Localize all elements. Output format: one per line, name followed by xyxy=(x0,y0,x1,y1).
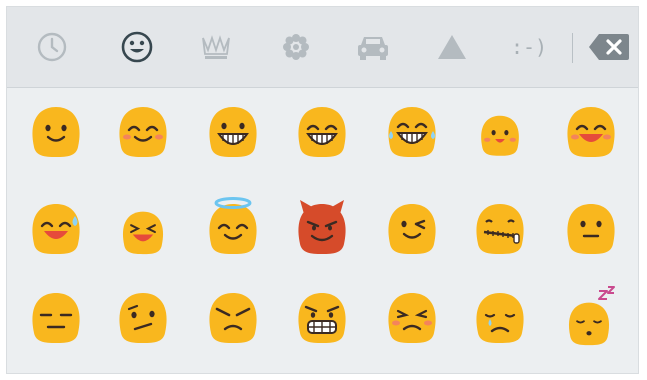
tears-of-joy-icon xyxy=(388,107,436,157)
pouting-blush-icon xyxy=(388,293,436,343)
grinning-closed-eyes-icon xyxy=(298,107,346,157)
devil-face-icon xyxy=(298,200,346,254)
laughing-sweat-emoji[interactable] xyxy=(26,198,86,258)
smiley-icon xyxy=(121,31,153,63)
disappointed-face-emoji[interactable] xyxy=(470,287,530,347)
smiling-face-emoji[interactable] xyxy=(26,101,86,161)
smiling-closed-eyes-emoji[interactable] xyxy=(113,101,173,161)
triangle-icon xyxy=(438,35,466,59)
recents-tab[interactable] xyxy=(29,24,75,70)
crown-icon xyxy=(202,35,230,59)
laughing-face-emoji[interactable] xyxy=(561,101,621,161)
clock-icon xyxy=(37,32,67,62)
grinning-face-emoji[interactable] xyxy=(203,101,263,161)
emoticon-text: :-) xyxy=(510,35,548,59)
emoji-grid xyxy=(7,87,638,375)
laughing-sweat-icon xyxy=(32,204,80,254)
expressionless-face-icon xyxy=(32,293,80,343)
squinting-laughing-icon xyxy=(122,211,164,255)
symbols-tab[interactable] xyxy=(429,24,475,70)
halo-face-icon xyxy=(209,197,257,254)
nature-tab[interactable] xyxy=(273,24,319,70)
winking-face-icon xyxy=(388,204,436,254)
car-icon xyxy=(358,37,388,60)
disappointed-face-icon xyxy=(476,293,524,343)
blushing-face-icon xyxy=(481,115,519,156)
tears-of-joy-emoji[interactable] xyxy=(382,101,442,161)
expressionless-face-emoji[interactable] xyxy=(26,287,86,347)
emoticons-tab[interactable]: :-) xyxy=(506,24,552,70)
neutral-face-icon xyxy=(567,204,615,254)
places-tab[interactable] xyxy=(350,24,396,70)
winking-face-emoji[interactable] xyxy=(382,198,442,258)
confused-face-icon xyxy=(119,293,167,343)
halo-face-emoji[interactable] xyxy=(203,197,263,258)
angry-face-emoji[interactable] xyxy=(203,287,263,347)
angry-face-icon xyxy=(209,293,257,343)
sleeping-face-icon xyxy=(568,286,615,346)
smileys-tab[interactable] xyxy=(114,24,160,70)
grimacing-face-icon xyxy=(298,293,346,343)
emoji-category-bar: :-) xyxy=(7,7,638,88)
devil-face-emoji[interactable] xyxy=(292,198,352,258)
zipper-mouth-emoji[interactable] xyxy=(470,198,530,258)
laughing-face-icon xyxy=(567,107,615,157)
smiling-face-icon xyxy=(32,107,80,157)
smiling-closed-eyes-icon xyxy=(119,107,167,157)
emoji-keyboard: :-) xyxy=(6,6,639,374)
zipper-mouth-icon xyxy=(476,204,524,254)
flower-icon xyxy=(283,34,309,60)
pouting-blush-emoji[interactable] xyxy=(382,287,442,347)
grinning-closed-eyes-emoji[interactable] xyxy=(292,101,352,161)
objects-tab[interactable] xyxy=(193,24,239,70)
sleeping-face-emoji[interactable] xyxy=(561,286,621,347)
neutral-face-emoji[interactable] xyxy=(561,198,621,258)
blushing-face-emoji[interactable] xyxy=(470,101,530,161)
grimacing-face-emoji[interactable] xyxy=(292,287,352,347)
backspace-icon xyxy=(589,34,629,60)
squinting-laughing-emoji[interactable] xyxy=(113,198,173,258)
grinning-face-icon xyxy=(209,107,257,157)
delete-key[interactable] xyxy=(586,24,632,70)
confused-face-emoji[interactable] xyxy=(113,287,173,347)
tab-separator xyxy=(572,33,573,63)
